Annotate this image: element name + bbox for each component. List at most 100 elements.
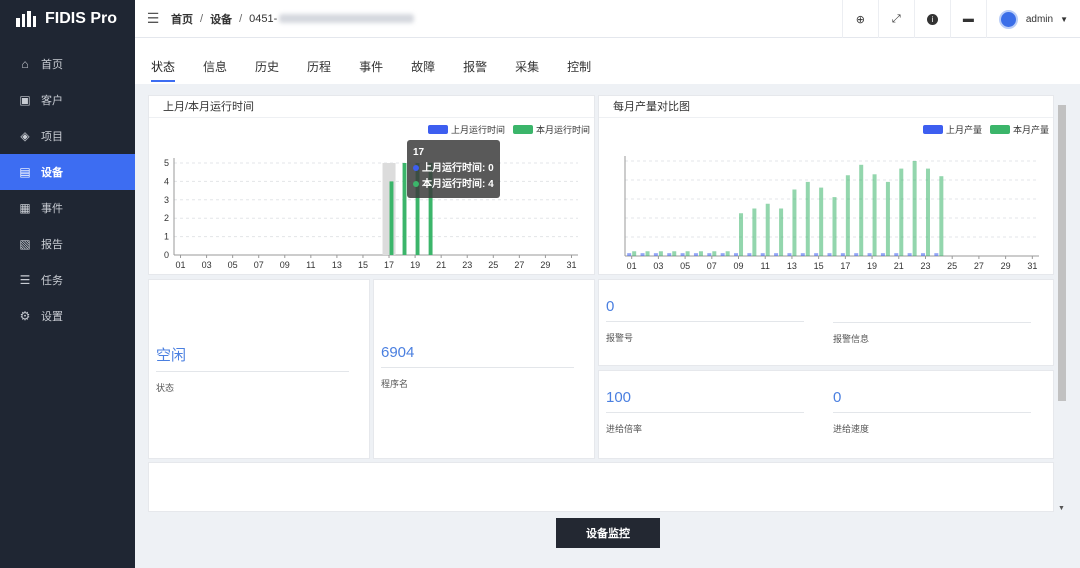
sidebar-item-3[interactable]: ▤ 设备 <box>0 154 135 190</box>
user-menu[interactable]: admin ▼ <box>985 0 1080 38</box>
sidebar-item-6[interactable]: ☰ 任务 <box>0 262 135 298</box>
top-header: ☰ 首页 / 设备 / 0451- ⊕ ⤢ i ▬ admin ▼ <box>135 0 1080 38</box>
bar-curr[interactable] <box>672 251 677 256</box>
tab-7[interactable]: 采集 <box>515 58 539 84</box>
tab-6[interactable]: 报警 <box>463 58 487 84</box>
bar-curr[interactable] <box>819 187 824 256</box>
bar-curr[interactable] <box>859 164 864 256</box>
bar-curr[interactable] <box>645 251 650 256</box>
bar-prev[interactable] <box>867 253 872 256</box>
bar-curr[interactable] <box>739 213 744 256</box>
bar-prev[interactable] <box>814 253 819 256</box>
bar-prev[interactable] <box>840 253 845 256</box>
sidebar-item-1[interactable]: ▣ 客户 <box>0 82 135 118</box>
bar-curr[interactable] <box>779 208 784 257</box>
brand[interactable]: FIDIS Pro <box>0 0 135 38</box>
bar-curr[interactable] <box>402 163 407 255</box>
bar-curr[interactable] <box>845 175 850 256</box>
bar-curr[interactable] <box>925 168 930 256</box>
bar-prev[interactable] <box>640 253 645 256</box>
bar-prev[interactable] <box>693 253 698 256</box>
bar-prev[interactable] <box>787 253 792 256</box>
bar-prev[interactable] <box>734 253 739 256</box>
bar-curr[interactable] <box>912 161 917 256</box>
bar-prev[interactable] <box>880 253 885 256</box>
x-tick-label: 17 <box>840 261 850 271</box>
bar-curr[interactable] <box>765 203 770 256</box>
bar-prev[interactable] <box>667 253 672 256</box>
x-tick-label: 19 <box>867 261 877 271</box>
breadcrumb-separator: / <box>239 12 243 25</box>
bar-prev[interactable] <box>720 253 725 256</box>
sidebar-item-7[interactable]: ⚙ 设置 <box>0 298 135 334</box>
breadcrumb: 首页 / 设备 / 0451- <box>171 11 415 27</box>
bar-curr[interactable] <box>939 176 944 256</box>
bar-prev[interactable] <box>747 253 752 256</box>
bar-prev[interactable] <box>653 253 658 256</box>
bar-prev[interactable] <box>894 253 899 256</box>
report-icon: ▧ <box>19 237 31 251</box>
bar-prev[interactable] <box>827 253 832 256</box>
bar-prev[interactable] <box>774 253 779 256</box>
program-label: 程序名 <box>381 379 409 389</box>
program-value: 6904 <box>381 344 415 361</box>
fullscreen-icon[interactable]: ⤢ <box>877 0 914 38</box>
feed-speed-label: 进给速度 <box>833 424 870 434</box>
sidebar-item-4[interactable]: ▦ 事件 <box>0 190 135 226</box>
bar-curr[interactable] <box>632 251 637 256</box>
bar-curr[interactable] <box>792 189 797 257</box>
breadcrumb-current: 0451- <box>249 12 278 25</box>
bar-curr[interactable] <box>698 251 703 256</box>
tab-8[interactable]: 控制 <box>567 58 591 84</box>
bar-curr[interactable] <box>725 251 730 256</box>
bar-prev[interactable] <box>934 253 939 256</box>
tab-1[interactable]: 信息 <box>203 58 227 84</box>
bar-curr[interactable] <box>805 181 810 256</box>
empty-panel <box>148 462 1054 512</box>
bar-curr[interactable] <box>832 197 837 256</box>
output-chart[interactable]: 01 03 05 07 09 11 13 15 17 19 21 23 25 27 29 31 <box>599 96 1055 276</box>
x-tick-label: 15 <box>814 261 824 271</box>
bar-curr[interactable] <box>658 251 663 256</box>
x-tick-label: 21 <box>894 261 904 271</box>
bar-curr[interactable] <box>712 251 717 256</box>
device-monitor-button[interactable]: 设备监控 <box>556 518 660 548</box>
bar-prev[interactable] <box>707 253 712 256</box>
sidebar-item-0[interactable]: ⌂ 首页 <box>0 46 135 82</box>
tab-5[interactable]: 故障 <box>411 58 435 84</box>
bar-curr[interactable] <box>885 181 890 256</box>
scrollbar-thumb[interactable] <box>1058 105 1066 401</box>
x-tick-label: 13 <box>332 260 342 270</box>
bar-prev[interactable] <box>907 253 912 256</box>
bar-curr[interactable] <box>685 251 690 256</box>
tab-2[interactable]: 历史 <box>255 58 279 84</box>
bar-prev[interactable] <box>760 253 765 256</box>
bar-curr[interactable] <box>752 208 757 257</box>
bar-curr[interactable] <box>389 181 394 255</box>
tab-4[interactable]: 事件 <box>359 58 383 84</box>
breadcrumb-section[interactable]: 设备 <box>210 11 232 27</box>
scroll-down-icon[interactable]: ▼ <box>1058 505 1065 512</box>
bar-prev[interactable] <box>854 253 859 256</box>
bar-prev[interactable] <box>680 253 685 256</box>
breadcrumb-home[interactable]: 首页 <box>171 11 193 27</box>
program-card: 6904 程序名 <box>373 279 595 459</box>
feed-speed-value: 0 <box>833 389 842 406</box>
scrollbar[interactable]: ▼ <box>1056 95 1068 512</box>
runtime-chart[interactable]: 01234501 03 05 07 09 11 13 15 17 19 21 23 25 27 29 31 <box>149 96 596 276</box>
x-tick-label: 19 <box>410 260 420 270</box>
message-icon[interactable]: ▬ <box>949 0 986 38</box>
bar-prev[interactable] <box>920 253 925 256</box>
bar-curr[interactable] <box>899 168 904 256</box>
tab-0[interactable]: 状态 <box>151 58 176 84</box>
sidebar-item-5[interactable]: ▧ 报告 <box>0 226 135 262</box>
sidebar-item-2[interactable]: ◈ 项目 <box>0 118 135 154</box>
info-icon[interactable]: i <box>913 0 950 38</box>
tab-3[interactable]: 历程 <box>307 58 331 84</box>
bar-prev[interactable] <box>627 253 632 256</box>
bar-curr[interactable] <box>872 174 877 256</box>
x-tick-label: 11 <box>761 261 770 271</box>
menu-toggle-icon[interactable]: ☰ <box>135 0 171 38</box>
bar-prev[interactable] <box>800 253 805 256</box>
crosshair-icon[interactable]: ⊕ <box>841 0 878 38</box>
